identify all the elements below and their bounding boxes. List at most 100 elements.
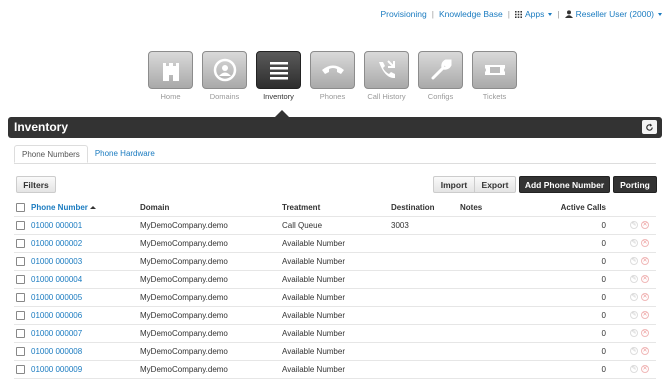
row-checkbox[interactable] — [16, 257, 25, 266]
domain-cell: MyDemoCompany.demo — [140, 293, 228, 302]
row-checkbox[interactable] — [16, 329, 25, 338]
header-notes: Notes — [460, 203, 483, 212]
edit-icon[interactable]: ✎ — [630, 275, 638, 283]
edit-icon[interactable]: ✎ — [630, 329, 638, 337]
table-row[interactable]: 01000 000002 MyDemoCompany.demo Available … — [14, 235, 656, 253]
grid-icon — [514, 10, 522, 18]
module-inventory[interactable]: Inventory — [256, 51, 301, 101]
delete-icon[interactable]: ✕ — [641, 257, 649, 265]
user-name: Reseller User (2000) — [575, 9, 654, 19]
table-row[interactable]: 01000 000007 MyDemoCompany.demo Available … — [14, 325, 656, 343]
delete-icon[interactable]: ✕ — [641, 311, 649, 319]
porting-button[interactable]: Porting — [613, 176, 657, 193]
module-home[interactable]: Home — [148, 51, 193, 101]
module-icon-bar: Home Domains Inventory Phones Call Histo… — [148, 51, 517, 101]
table-row[interactable]: 01000 000005 MyDemoCompany.demo Available … — [14, 289, 656, 307]
row-checkbox[interactable] — [16, 275, 25, 284]
delete-icon[interactable]: ✕ — [641, 275, 649, 283]
nav-separator: | — [431, 9, 434, 19]
table-row[interactable]: 01000 000003 MyDemoCompany.demo Available … — [14, 253, 656, 271]
edit-icon[interactable]: ✎ — [630, 239, 638, 247]
module-call-history[interactable]: Call History — [364, 51, 409, 101]
edit-icon[interactable]: ✎ — [630, 365, 638, 373]
edit-icon[interactable]: ✎ — [630, 293, 638, 301]
row-checkbox[interactable] — [16, 365, 25, 374]
top-nav: Provisioning | Knowledge Base | Apps | R… — [380, 9, 662, 19]
active-calls-cell: 0 — [601, 365, 606, 374]
provisioning-link[interactable]: Provisioning — [380, 9, 426, 19]
active-calls-cell: 0 — [601, 275, 606, 284]
phone-number-link[interactable]: 01000 000008 — [31, 343, 82, 360]
module-configs[interactable]: Configs — [418, 51, 463, 101]
header-destination[interactable]: Destination — [391, 199, 435, 216]
row-checkbox[interactable] — [16, 221, 25, 230]
table-header-row: Phone Number Domain Treatment Destinatio… — [14, 199, 656, 217]
row-checkbox[interactable] — [16, 239, 25, 248]
delete-icon[interactable]: ✕ — [641, 329, 649, 337]
table-row[interactable]: 01000 000008 MyDemoCompany.demo Available … — [14, 343, 656, 361]
phone-number-link[interactable]: 01000 000006 — [31, 307, 82, 324]
delete-icon[interactable]: ✕ — [641, 239, 649, 247]
domain-cell: MyDemoCompany.demo — [140, 221, 228, 230]
filters-button[interactable]: Filters — [16, 176, 56, 193]
castle-icon — [148, 51, 193, 89]
table-row[interactable]: 01000 000004 MyDemoCompany.demo Available … — [14, 271, 656, 289]
header-treatment[interactable]: Treatment — [282, 199, 320, 216]
apps-menu[interactable]: Apps — [514, 9, 553, 19]
module-tickets[interactable]: Tickets — [472, 51, 517, 101]
phone-number-link[interactable]: 01000 000009 — [31, 361, 82, 378]
edit-icon[interactable]: ✎ — [630, 347, 638, 355]
import-button[interactable]: Import — [433, 176, 475, 193]
treatment-cell: Available Number — [282, 365, 345, 374]
edit-icon[interactable]: ✎ — [630, 311, 638, 319]
treatment-cell: Available Number — [282, 329, 345, 338]
destination-cell: 3003 — [391, 221, 409, 230]
header-phone-number[interactable]: Phone Number — [31, 199, 96, 216]
tab-phone-numbers[interactable]: Phone Numbers — [14, 145, 88, 163]
page-title: Inventory — [14, 120, 69, 134]
row-checkbox[interactable] — [16, 293, 25, 302]
edit-icon[interactable]: ✎ — [630, 257, 638, 265]
edit-icon[interactable]: ✎ — [630, 221, 638, 229]
active-calls-cell: 0 — [601, 257, 606, 266]
module-domains[interactable]: Domains — [202, 51, 247, 101]
delete-icon[interactable]: ✕ — [641, 347, 649, 355]
phone-number-link[interactable]: 01000 000004 — [31, 271, 82, 288]
treatment-cell: Available Number — [282, 257, 345, 266]
row-actions: ✎ ✕ — [630, 275, 649, 283]
treatment-cell: Available Number — [282, 311, 345, 320]
table-row[interactable]: 01000 000001 MyDemoCompany.demo Call Queue… — [14, 217, 656, 235]
export-button[interactable]: Export — [474, 176, 516, 193]
row-checkbox[interactable] — [16, 311, 25, 320]
treatment-cell: Available Number — [282, 293, 345, 302]
row-actions: ✎ ✕ — [630, 239, 649, 247]
inventory-tabs: Phone Numbers Phone Hardware — [14, 145, 656, 164]
phone-number-link[interactable]: 01000 000002 — [31, 235, 82, 252]
module-phones[interactable]: Phones — [310, 51, 355, 101]
delete-icon[interactable]: ✕ — [641, 293, 649, 301]
phone-number-link[interactable]: 01000 000001 — [31, 217, 82, 234]
phone-number-link[interactable]: 01000 000003 — [31, 253, 82, 270]
header-domain[interactable]: Domain — [140, 199, 169, 216]
sort-ascending-icon — [89, 206, 96, 209]
tab-phone-hardware[interactable]: Phone Hardware — [88, 145, 162, 163]
phone-handset-icon — [310, 51, 355, 89]
refresh-button[interactable] — [642, 120, 657, 134]
delete-icon[interactable]: ✕ — [641, 365, 649, 373]
row-actions: ✎ ✕ — [630, 329, 649, 337]
user-menu[interactable]: Reseller User (2000) — [564, 9, 662, 19]
table-row[interactable]: 01000 000006 MyDemoCompany.demo Available … — [14, 307, 656, 325]
knowledge-base-link[interactable]: Knowledge Base — [439, 9, 503, 19]
add-phone-number-button[interactable]: Add Phone Number — [519, 176, 610, 193]
phone-number-link[interactable]: 01000 000007 — [31, 325, 82, 342]
wrench-icon — [418, 51, 463, 89]
domain-cell: MyDemoCompany.demo — [140, 365, 228, 374]
row-checkbox[interactable] — [16, 347, 25, 356]
table-row[interactable]: 01000 000009 MyDemoCompany.demo Available … — [14, 361, 656, 379]
select-all-checkbox[interactable] — [16, 203, 25, 212]
delete-icon[interactable]: ✕ — [641, 221, 649, 229]
phone-number-link[interactable]: 01000 000005 — [31, 289, 82, 306]
header-active-calls[interactable]: Active Calls — [554, 199, 606, 216]
apps-label: Apps — [524, 9, 545, 19]
header-label: Phone Number — [31, 203, 88, 212]
